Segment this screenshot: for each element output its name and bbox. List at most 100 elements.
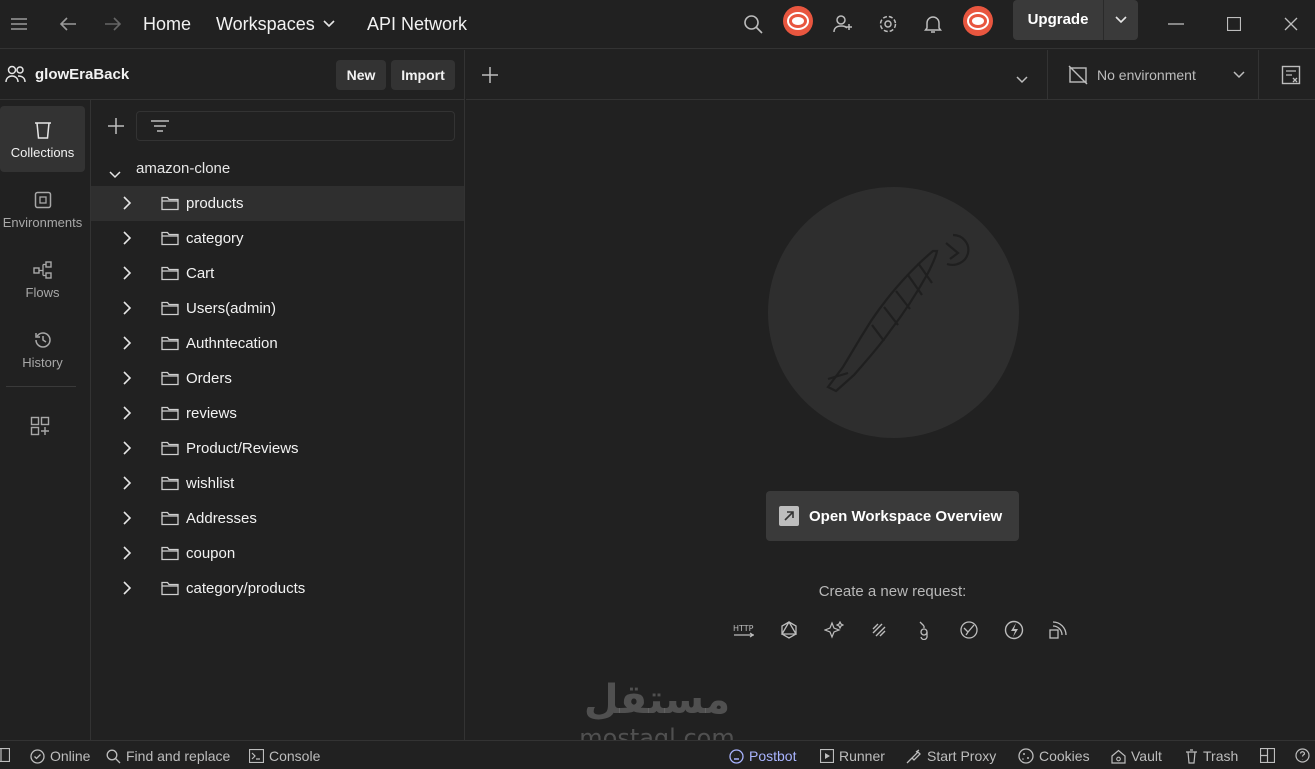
folder-row[interactable]: Users(admin) bbox=[91, 291, 464, 326]
watermark-arabic: مستقل bbox=[583, 677, 731, 723]
trash-button[interactable]: Trash bbox=[1185, 748, 1238, 764]
chevron-right-icon[interactable] bbox=[122, 581, 132, 599]
main-content: Open Workspace Overview Create a new req… bbox=[466, 101, 1315, 740]
rail-item-collections[interactable]: Collections bbox=[0, 106, 85, 172]
cookie-icon bbox=[1018, 748, 1034, 764]
environment-selector[interactable]: No environment bbox=[1047, 50, 1257, 100]
environment-quick-look-icon[interactable] bbox=[1281, 65, 1301, 90]
nav-home[interactable]: Home bbox=[143, 8, 191, 40]
online-status[interactable]: Online bbox=[30, 748, 90, 764]
divider bbox=[1258, 50, 1259, 100]
websocket-icon[interactable] bbox=[901, 618, 946, 642]
folder-row[interactable]: Orders bbox=[91, 361, 464, 396]
nav-workspaces[interactable]: Workspaces bbox=[216, 8, 335, 40]
folder-name: Product/Reviews bbox=[186, 440, 299, 457]
tabs-overflow-chevron-icon[interactable] bbox=[1016, 71, 1028, 89]
chevron-right-icon[interactable] bbox=[122, 196, 132, 214]
grpc-icon[interactable] bbox=[856, 618, 901, 642]
layout-two-pane-icon[interactable] bbox=[1260, 748, 1280, 763]
ai-sparkle-icon[interactable] bbox=[811, 618, 856, 642]
search-icon[interactable] bbox=[737, 8, 769, 40]
folder-row[interactable]: category/products bbox=[91, 571, 464, 606]
back-arrow-icon[interactable] bbox=[52, 8, 84, 40]
status-bar: Online Find and replace Console Postbot … bbox=[0, 740, 1315, 769]
folder-row[interactable]: Cart bbox=[91, 256, 464, 291]
runner-button[interactable]: Runner bbox=[820, 748, 885, 764]
server-sent-events-icon[interactable] bbox=[1036, 618, 1081, 642]
folder-row[interactable]: products bbox=[91, 186, 464, 221]
maximize-window-button[interactable] bbox=[1218, 8, 1250, 40]
forward-arrow-icon[interactable] bbox=[97, 8, 129, 40]
rail-item-environments[interactable]: Environments bbox=[0, 176, 85, 242]
menu-icon[interactable] bbox=[3, 8, 35, 40]
rail-divider bbox=[6, 386, 76, 387]
graphql-icon[interactable] bbox=[766, 618, 811, 642]
upgrade-dropdown-button[interactable] bbox=[1104, 16, 1138, 24]
folder-row[interactable]: category bbox=[91, 221, 464, 256]
chevron-right-icon[interactable] bbox=[122, 476, 132, 494]
console-icon bbox=[249, 749, 264, 763]
runner-play-icon bbox=[820, 749, 834, 763]
folder-name: wishlist bbox=[186, 475, 235, 492]
folder-icon bbox=[161, 510, 179, 530]
socketio-icon[interactable] bbox=[991, 618, 1036, 642]
chevron-right-icon[interactable] bbox=[122, 511, 132, 529]
chevron-right-icon[interactable] bbox=[122, 231, 132, 249]
close-window-button[interactable] bbox=[1275, 8, 1307, 40]
toggle-sidebar-icon[interactable] bbox=[0, 748, 15, 762]
postman-logo bbox=[768, 187, 1019, 438]
team-avatar[interactable] bbox=[783, 6, 813, 36]
chevron-right-icon[interactable] bbox=[122, 406, 132, 424]
help-icon[interactable] bbox=[1295, 748, 1315, 763]
cookies-button[interactable]: Cookies bbox=[1018, 748, 1090, 764]
notifications-bell-icon[interactable] bbox=[917, 8, 949, 40]
chevron-right-icon[interactable] bbox=[122, 546, 132, 564]
nav-api-network[interactable]: API Network bbox=[367, 8, 467, 40]
folder-row[interactable]: Addresses bbox=[91, 501, 464, 536]
upgrade-button[interactable]: Upgrade bbox=[1013, 0, 1104, 40]
folder-row[interactable]: Product/Reviews bbox=[91, 431, 464, 466]
user-avatar[interactable] bbox=[963, 6, 993, 36]
minimize-window-button[interactable] bbox=[1160, 8, 1192, 40]
folder-icon bbox=[161, 475, 179, 495]
chevron-right-icon[interactable] bbox=[122, 371, 132, 389]
add-collection-plus-icon[interactable] bbox=[107, 117, 125, 140]
postbot-button[interactable]: Postbot bbox=[729, 748, 796, 764]
invite-user-icon[interactable] bbox=[827, 8, 859, 40]
trash-label: Trash bbox=[1203, 748, 1239, 764]
folder-row[interactable]: reviews bbox=[91, 396, 464, 431]
rail-item-flows[interactable]: Flows bbox=[0, 246, 85, 312]
folder-row[interactable]: coupon bbox=[91, 536, 464, 571]
folder-row[interactable]: wishlist bbox=[91, 466, 464, 501]
new-tab-plus-icon[interactable] bbox=[481, 66, 499, 89]
mqtt-icon[interactable] bbox=[946, 618, 991, 642]
tabs-bar: No environment bbox=[466, 50, 1315, 100]
folder-name: reviews bbox=[186, 405, 237, 422]
import-button[interactable]: Import bbox=[391, 60, 455, 90]
chevron-down-icon[interactable] bbox=[109, 166, 121, 183]
http-request-icon[interactable]: HTTP bbox=[721, 618, 766, 642]
chevron-right-icon[interactable] bbox=[122, 301, 132, 319]
filter-input[interactable] bbox=[136, 111, 455, 141]
workspace-name[interactable]: glowEraBack bbox=[35, 66, 129, 83]
filter-lines-icon[interactable] bbox=[150, 119, 170, 140]
runner-label: Runner bbox=[839, 748, 885, 764]
folder-row[interactable]: Authntecation bbox=[91, 326, 464, 361]
settings-gear-icon[interactable] bbox=[872, 8, 904, 40]
chevron-right-icon[interactable] bbox=[122, 441, 132, 459]
cookies-label: Cookies bbox=[1039, 748, 1090, 764]
open-workspace-overview-button[interactable]: Open Workspace Overview bbox=[766, 491, 1019, 541]
find-replace-button[interactable]: Find and replace bbox=[106, 748, 230, 764]
configure-sidebar-icon[interactable] bbox=[30, 416, 50, 441]
history-clock-icon bbox=[33, 329, 53, 351]
start-proxy-button[interactable]: Start Proxy bbox=[906, 748, 996, 764]
rail-item-history[interactable]: History bbox=[0, 316, 85, 382]
vault-label: Vault bbox=[1131, 748, 1162, 764]
new-button[interactable]: New bbox=[336, 60, 386, 90]
chevron-right-icon[interactable] bbox=[122, 266, 132, 284]
collection-header[interactable]: amazon-clone bbox=[91, 152, 465, 187]
chevron-right-icon[interactable] bbox=[122, 336, 132, 354]
vault-button[interactable]: Vault bbox=[1111, 748, 1162, 764]
collection-name: amazon-clone bbox=[136, 160, 231, 177]
console-button[interactable]: Console bbox=[249, 748, 320, 764]
